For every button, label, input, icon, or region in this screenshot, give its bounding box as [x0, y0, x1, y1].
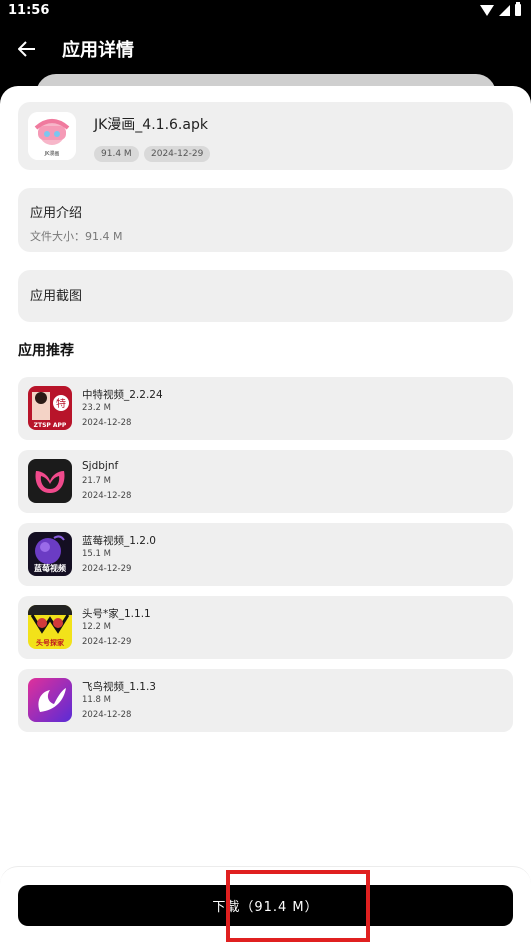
recommend-app-icon: 蓝莓视频	[28, 532, 72, 576]
wifi-icon	[480, 4, 494, 16]
recommend-app-icon	[28, 678, 72, 722]
recommend-app-date: 2024-12-28	[82, 491, 132, 501]
recommend-item[interactable]: Sjdbjnf 21.7 M 2024-12-28	[18, 450, 513, 513]
recommend-app-name: 中特视频_2.2.24	[82, 389, 163, 401]
recommend-item[interactable]: 飞鸟视频_1.1.3 11.8 M 2024-12-28	[18, 669, 513, 732]
recommend-app-size: 11.8 M	[82, 695, 111, 705]
bottom-bar: 下载（91.4 M）	[0, 866, 531, 944]
intro-file-size: 文件大小：91.4 M	[30, 230, 123, 243]
recommend-app-date: 2024-12-28	[82, 710, 132, 720]
app-header-card: JK漫画 JK漫画_4.1.6.apk 91.4 M 2024-12-29	[18, 102, 513, 170]
recommend-app-size: 15.1 M	[82, 549, 111, 559]
recommend-item[interactable]: 蓝莓视频 蓝莓视频_1.2.0 15.1 M 2024-12-29	[18, 523, 513, 586]
recommend-app-date: 2024-12-28	[82, 418, 132, 428]
bird-icon	[28, 678, 72, 722]
battery-icon	[515, 2, 521, 16]
recommend-heading: 应用推荐	[18, 343, 74, 359]
back-arrow-icon	[18, 41, 35, 57]
screenshots-card: 应用截图	[18, 270, 513, 322]
recommend-app-name: 蓝莓视频_1.2.0	[82, 535, 156, 547]
recommend-item[interactable]: 特 ZTSP APP 中特视频_2.2.24 23.2 M 2024-12-28	[18, 377, 513, 440]
recommend-app-size: 23.2 M	[82, 403, 111, 413]
status-bar: 11:56	[0, 0, 531, 24]
detail-sheet: JK漫画 JK漫画_4.1.6.apk 91.4 M 2024-12-29 应用…	[0, 86, 531, 944]
signal-icon	[499, 4, 510, 16]
recommend-icon-text: 蓝莓视频	[34, 564, 66, 573]
recommend-app-icon: 头号探家	[28, 605, 72, 649]
date-badge: 2024-12-29	[144, 146, 211, 162]
app-icon-caption: JK漫画	[44, 151, 60, 157]
page-title: 应用详情	[62, 40, 134, 61]
recommend-app-size: 12.2 M	[82, 622, 111, 632]
back-button[interactable]	[14, 36, 40, 62]
screenshots-title: 应用截图	[30, 289, 83, 304]
recommend-app-name: 头号*家_1.1.1	[82, 608, 151, 620]
recommend-app-size: 21.7 M	[82, 476, 111, 486]
recommend-item[interactable]: 头号探家 头号*家_1.1.1 12.2 M 2024-12-29	[18, 596, 513, 659]
pink-flower-icon	[28, 459, 72, 503]
app-icon: JK漫画	[28, 112, 76, 160]
size-badge: 91.4 M	[94, 146, 139, 162]
recommend-app-date: 2024-12-29	[82, 637, 132, 647]
download-button[interactable]: 下载（91.4 M）	[18, 885, 513, 926]
status-time: 11:56	[8, 3, 50, 18]
intro-title: 应用介绍	[30, 206, 83, 221]
svg-text:特: 特	[56, 398, 66, 410]
recommend-icon-text: ZTSP APP	[33, 422, 67, 429]
status-icons	[480, 2, 521, 16]
recommend-app-icon	[28, 459, 72, 503]
intro-card: 应用介绍 文件大小：91.4 M	[18, 188, 513, 252]
recommend-app-name: 飞鸟视频_1.1.3	[82, 681, 156, 693]
app-bar: 应用详情	[0, 24, 531, 74]
recommend-app-icon: 特 ZTSP APP	[28, 386, 72, 430]
recommend-app-date: 2024-12-29	[82, 564, 132, 574]
recommend-icon-text: 头号探家	[36, 639, 64, 647]
app-name: JK漫画_4.1.6.apk	[94, 117, 208, 133]
recommend-app-name: Sjdbjnf	[82, 460, 119, 472]
